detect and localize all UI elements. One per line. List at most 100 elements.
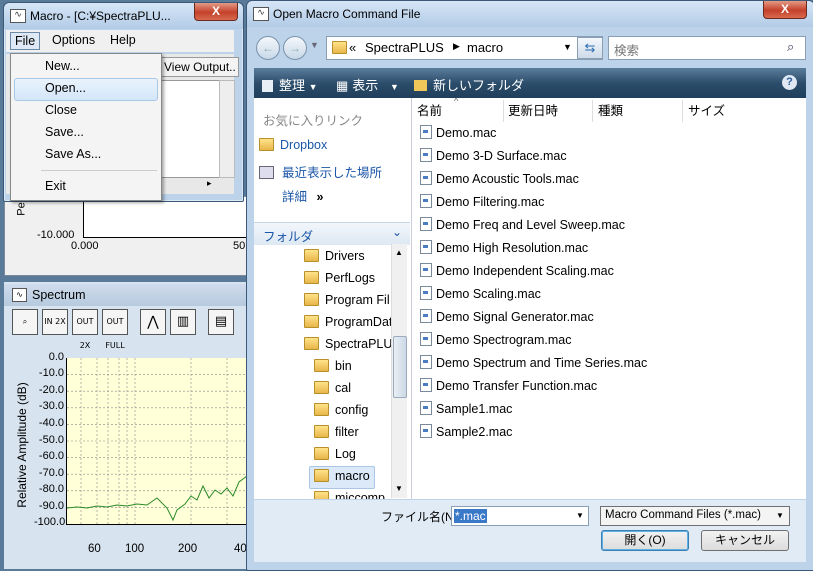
file-name: Sample1.mac [436, 402, 513, 416]
scroll-down-icon[interactable]: ▼ [395, 484, 403, 493]
zoom-in-2x-icon[interactable]: IN 2X [42, 309, 68, 335]
file-row[interactable]: Demo Acoustic Tools.mac [420, 169, 800, 190]
tree-item-programdata[interactable]: ProgramDat [304, 315, 392, 329]
tree-item-bin[interactable]: bin [314, 359, 352, 373]
file-row[interactable]: Demo Spectrum and Time Series.mac [420, 353, 800, 374]
macro-scrollbar[interactable] [219, 80, 235, 178]
refresh-button[interactable]: ⇆ [577, 37, 603, 59]
file-row[interactable]: Demo Freq and Level Sweep.mac [420, 215, 800, 236]
tree-item-miccomp[interactable]: miccomp [314, 491, 385, 499]
macro-close-button[interactable]: X [194, 3, 238, 21]
zoom-out-full-icon[interactable]: OUT FULL [102, 309, 128, 350]
menu-item-exit[interactable]: Exit [45, 179, 66, 193]
file-name: Demo Filtering.mac [436, 195, 545, 209]
peak-icon[interactable]: ⋀ [140, 309, 166, 335]
chevron-down-icon[interactable]: ▼ [576, 511, 584, 520]
forward-button[interactable]: → [283, 36, 307, 60]
menu-highlight [14, 78, 158, 101]
bars-icon[interactable]: ▥ [170, 309, 196, 335]
sort-arrow-icon: ^ [454, 96, 459, 106]
favorite-recent-places[interactable]: 最近表示した場所 [259, 162, 382, 181]
filetype-select[interactable]: Macro Command Files (*.mac) ▼ [600, 506, 790, 526]
search-input[interactable]: 検索 ⌕ [608, 36, 806, 60]
file-row[interactable]: Sample1.mac [420, 399, 800, 420]
file-row[interactable]: Demo Filtering.mac [420, 192, 800, 213]
macro-file-icon [420, 125, 432, 139]
file-row[interactable]: Demo Independent Scaling.mac [420, 261, 800, 282]
file-row[interactable]: Sample2.mac [420, 422, 800, 443]
views-button[interactable]: ▦ 表示 ▼ [336, 75, 399, 94]
address-bar[interactable]: « SpectraPLUS ▶ macro ▼ [326, 36, 603, 60]
more-link[interactable]: 詳細 » [282, 186, 323, 205]
tree-item-cal[interactable]: cal [314, 381, 351, 395]
menu-item-open[interactable]: Open... [45, 81, 86, 95]
menu-item-new[interactable]: New... [45, 59, 80, 73]
column-modified[interactable]: 更新日時 [504, 100, 593, 122]
file-row[interactable]: Demo High Resolution.mac [420, 238, 800, 259]
scroll-up-icon[interactable]: ▲ [395, 248, 403, 257]
search-placeholder: 検索 [614, 44, 640, 58]
breadcrumb-spectraplus[interactable]: SpectraPLUS [365, 40, 444, 55]
tree-item-macro[interactable]: macro [314, 469, 370, 483]
tree-item-label: Drivers [325, 249, 365, 263]
menu-options[interactable]: Options [48, 32, 99, 48]
chevron-down-icon[interactable]: ▼ [776, 511, 784, 520]
new-folder-button[interactable]: 新しいフォルダ [414, 75, 524, 94]
history-dropdown-icon[interactable]: ▼ [310, 40, 319, 50]
file-row[interactable]: Demo.mac [420, 123, 800, 144]
zoom-out-2x-icon[interactable]: OUT 2X [72, 309, 98, 350]
tree-scrollbar[interactable]: ▲ ▼ [391, 244, 407, 498]
zoom-icon[interactable]: ⌕ [12, 309, 38, 335]
breadcrumb-macro[interactable]: macro [467, 40, 503, 55]
macro-listbox[interactable] [160, 80, 220, 178]
spectrum-plot-area[interactable] [66, 358, 248, 525]
tree-item-filter[interactable]: filter [314, 425, 359, 439]
folders-header-label: フォルダ [263, 230, 314, 244]
more-arrow: » [316, 190, 324, 204]
ytick: -20.0 [38, 384, 64, 396]
folder-icon [304, 293, 319, 306]
tree-item-log[interactable]: Log [314, 447, 356, 461]
cancel-button[interactable]: キャンセル [701, 530, 789, 551]
spectrum-titlebar[interactable]: ∿ Spectrum [4, 284, 248, 306]
dialog-close-button[interactable]: X [763, 1, 807, 19]
help-icon[interactable]: ? [782, 75, 797, 90]
macro-file-icon [420, 194, 432, 208]
menu-help[interactable]: Help [106, 32, 140, 48]
settings-icon[interactable]: ▤ [208, 309, 234, 335]
menu-item-save-as[interactable]: Save As... [45, 147, 101, 161]
menu-item-close[interactable]: Close [45, 103, 77, 117]
tree-item-perflogs[interactable]: PerfLogs [304, 271, 375, 285]
menu-item-save[interactable]: Save... [45, 125, 84, 139]
background-ylabel: Pe [15, 202, 28, 216]
folders-header[interactable]: フォルダ ⌄ [254, 222, 410, 245]
menu-file[interactable]: File [10, 32, 41, 50]
file-row[interactable]: Demo Signal Generator.mac [420, 307, 800, 328]
back-button[interactable]: ← [256, 36, 280, 60]
column-size[interactable]: サイズ [684, 100, 772, 122]
tree-item-drivers[interactable]: Drivers [304, 249, 365, 263]
tree-item-spectraplus[interactable]: SpectraPLU [304, 337, 392, 351]
scroll-thumb[interactable] [393, 336, 407, 398]
view-output-button[interactable]: View Output.. [160, 57, 239, 77]
file-name: Demo Transfer Function.mac [436, 379, 598, 393]
address-dropdown-icon[interactable]: ▼ [563, 42, 572, 52]
breadcrumb-overflow[interactable]: « [349, 40, 356, 55]
folder-icon [314, 491, 329, 499]
macro-titlebar[interactable]: ∿ Macro - [C:¥SpectraPLU... X [4, 3, 243, 29]
organize-button[interactable]: 整理 ▼ [262, 75, 318, 94]
favorite-dropbox[interactable]: Dropbox [259, 138, 327, 152]
open-button[interactable]: 開く(O) [601, 530, 689, 551]
tree-item-label: cal [335, 381, 351, 395]
file-row[interactable]: Demo Transfer Function.mac [420, 376, 800, 397]
tree-item-config[interactable]: config [314, 403, 368, 417]
macro-menubar: File Options Help [6, 30, 234, 52]
file-row[interactable]: Demo Spectrogram.mac [420, 330, 800, 351]
file-row[interactable]: Demo Scaling.mac [420, 284, 800, 305]
column-name[interactable]: 名前 [413, 100, 504, 122]
filename-input[interactable]: *.mac ▼ [451, 506, 589, 526]
column-type[interactable]: 種類 [594, 100, 683, 122]
dialog-titlebar[interactable]: ∿ Open Macro Command File X [247, 1, 813, 27]
tree-item-program-files[interactable]: Program Fil [304, 293, 390, 307]
file-row[interactable]: Demo 3-D Surface.mac [420, 146, 800, 167]
